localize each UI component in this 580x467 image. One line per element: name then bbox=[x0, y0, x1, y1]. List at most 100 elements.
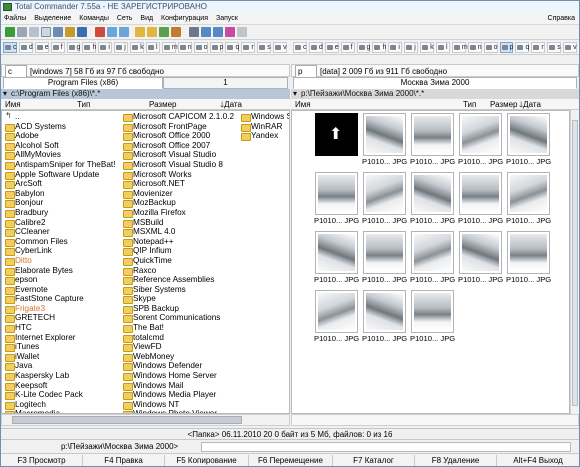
image-thumbnail[interactable]: P1010... JPG bbox=[458, 231, 503, 289]
move-icon[interactable] bbox=[171, 27, 181, 37]
folder-item[interactable]: Microsoft Visual Studio bbox=[122, 150, 240, 160]
folder-item[interactable]: K-Lite Codec Pack bbox=[4, 390, 120, 400]
parent-directory[interactable]: .. bbox=[4, 112, 120, 122]
drive-button-m[interactable]: m bbox=[451, 42, 468, 53]
drive-button-n[interactable]: n bbox=[467, 42, 482, 53]
full-view-icon[interactable] bbox=[29, 27, 39, 37]
col-size[interactable]: Размер bbox=[490, 99, 518, 110]
drive-button-i[interactable]: i bbox=[98, 42, 113, 53]
drive-button-c[interactable]: c bbox=[293, 42, 307, 53]
drive-button-f[interactable]: f bbox=[50, 42, 65, 53]
left-horizontal-scrollbar[interactable] bbox=[1, 414, 290, 426]
drive-button-h[interactable]: h bbox=[82, 42, 96, 53]
f3-view-button[interactable]: F3 Просмотр bbox=[1, 455, 83, 466]
invert-selection-icon[interactable] bbox=[95, 27, 105, 37]
drive-button-m[interactable]: m bbox=[161, 42, 178, 53]
folder-item[interactable]: iTunes bbox=[4, 342, 120, 352]
folder-item[interactable]: Alcohol Soft bbox=[4, 141, 120, 151]
image-thumbnail[interactable]: P1010... JPG bbox=[362, 290, 407, 348]
drive-button-p[interactable]: p bbox=[499, 42, 513, 53]
menu-files[interactable]: Файлы bbox=[1, 13, 29, 25]
drive-button-o[interactable]: o bbox=[483, 42, 498, 53]
thumbnail-view-icon[interactable] bbox=[41, 27, 51, 37]
folder-item[interactable]: AntispamSniper for TheBat! bbox=[4, 160, 120, 170]
drive-button-l[interactable]: l bbox=[436, 42, 450, 53]
folder-item[interactable]: epson bbox=[4, 275, 120, 285]
drive-button-p[interactable]: p bbox=[209, 42, 223, 53]
drive-button-s[interactable]: s bbox=[547, 42, 562, 53]
folder-item[interactable]: Babylon bbox=[4, 189, 120, 199]
scrollbar-thumb[interactable] bbox=[572, 120, 578, 406]
folder-item[interactable]: WebMoney bbox=[122, 352, 240, 362]
drive-button-c[interactable]: c bbox=[3, 42, 17, 53]
drive-button-q[interactable]: q bbox=[225, 42, 239, 53]
folder-item[interactable]: Yandex bbox=[240, 131, 289, 141]
folder-item[interactable]: Windows Media Player bbox=[122, 390, 240, 400]
drive-button-g[interactable]: g bbox=[356, 42, 370, 53]
right-vertical-scrollbar[interactable] bbox=[570, 110, 579, 414]
folder-item[interactable]: Windows Home Server bbox=[122, 371, 240, 381]
folder-item[interactable]: WinRAR bbox=[240, 122, 289, 132]
image-thumbnail[interactable]: P1010... JPG bbox=[314, 172, 359, 230]
folder-item[interactable]: CCleaner bbox=[4, 227, 120, 237]
folder-item[interactable]: MSXML 4.0 bbox=[122, 227, 240, 237]
folder-item[interactable]: Movienizer bbox=[122, 189, 240, 199]
image-thumbnail[interactable]: P1010... JPG bbox=[410, 231, 455, 289]
right-current-path[interactable]: ▾ p:\Пейзажи\Москва Зима 2000\*.* bbox=[291, 89, 579, 99]
drive-button-v[interactable]: v bbox=[273, 42, 287, 53]
folder-item[interactable]: Reference Assemblies bbox=[122, 275, 240, 285]
folder-item[interactable]: Adobe bbox=[4, 131, 120, 141]
folder-item[interactable]: Elaborate Bytes bbox=[4, 266, 120, 276]
folder-item[interactable]: GRETECH bbox=[4, 313, 120, 324]
image-thumbnail[interactable]: P1010... JPG bbox=[314, 290, 359, 348]
folder-item[interactable]: FastStone Capture bbox=[4, 294, 120, 304]
menu-network[interactable]: Сеть bbox=[114, 13, 136, 25]
folder-item[interactable]: Mozilla Firefox bbox=[122, 208, 240, 218]
pack-icon[interactable] bbox=[65, 27, 75, 37]
drive-button-o[interactable]: o bbox=[193, 42, 208, 53]
folder-item[interactable]: Siber Systems bbox=[122, 285, 240, 295]
col-date[interactable]: 🡓 Дата bbox=[519, 99, 541, 110]
folder-item[interactable]: HTC bbox=[4, 323, 120, 333]
folder-icon[interactable] bbox=[135, 27, 145, 37]
tree-view-icon[interactable] bbox=[53, 27, 63, 37]
folder-item[interactable]: totalcmd bbox=[122, 333, 240, 343]
f4-edit-button[interactable]: F4 Правка bbox=[83, 455, 165, 466]
drive-button-r[interactable]: r bbox=[531, 42, 546, 53]
drive-button-j[interactable]: j bbox=[404, 42, 419, 53]
image-thumbnail[interactable]: P1010... JPG bbox=[410, 172, 455, 230]
folder-item[interactable]: Frigate3 bbox=[4, 304, 120, 314]
folder-item[interactable]: Apple Software Update bbox=[4, 170, 120, 180]
menu-start[interactable]: Запуск bbox=[213, 13, 241, 25]
folder-item[interactable]: ArcSoft bbox=[4, 179, 120, 189]
image-thumbnail[interactable]: P1010... JPG bbox=[410, 290, 455, 348]
folder-item[interactable]: Skype bbox=[122, 294, 240, 304]
left-current-path[interactable]: ▾ c:\Program Files (x86)\*.* bbox=[1, 89, 290, 99]
refresh-icon[interactable] bbox=[5, 27, 15, 37]
col-type[interactable]: Тип bbox=[77, 99, 90, 110]
folder-item[interactable]: Microsoft FrontPage bbox=[122, 122, 240, 132]
folder-item[interactable]: Java bbox=[4, 361, 120, 372]
search-icon[interactable] bbox=[189, 27, 199, 37]
folder-item[interactable]: QuickTime bbox=[122, 256, 240, 266]
folder-item[interactable]: Calibre2 bbox=[4, 218, 120, 228]
menu-view[interactable]: Вид bbox=[137, 13, 156, 25]
tab-moscow-winter[interactable]: Москва Зима 2000 bbox=[293, 77, 577, 89]
menu-selection[interactable]: Выделение bbox=[31, 13, 74, 25]
drive-button-s[interactable]: s bbox=[257, 42, 272, 53]
drive-button-k[interactable]: k bbox=[420, 42, 434, 53]
f5-copy-button[interactable]: F5 Копирование bbox=[165, 455, 249, 466]
folder-item[interactable]: QIP Infium bbox=[122, 246, 240, 256]
folder-item[interactable]: Kaspersky Lab bbox=[4, 371, 120, 381]
folder-item[interactable]: MSBuild bbox=[122, 218, 240, 228]
folder-item[interactable]: Microsoft CAPICOM 2.1.0.2 bbox=[122, 112, 240, 122]
image-thumbnail[interactable]: P1010... JPG bbox=[506, 172, 551, 230]
drive-button-f[interactable]: f bbox=[340, 42, 355, 53]
path-dropdown-icon[interactable]: ▾ bbox=[293, 89, 297, 99]
drive-button-d[interactable]: d bbox=[18, 42, 33, 53]
image-thumbnail[interactable]: P1010... JPG bbox=[410, 113, 455, 171]
image-thumbnail[interactable]: P1010... JPG bbox=[362, 231, 407, 289]
drive-button-l[interactable]: l bbox=[146, 42, 160, 53]
drive-button-q[interactable]: q bbox=[515, 42, 529, 53]
folder-item[interactable]: Keepsoft bbox=[4, 381, 120, 391]
